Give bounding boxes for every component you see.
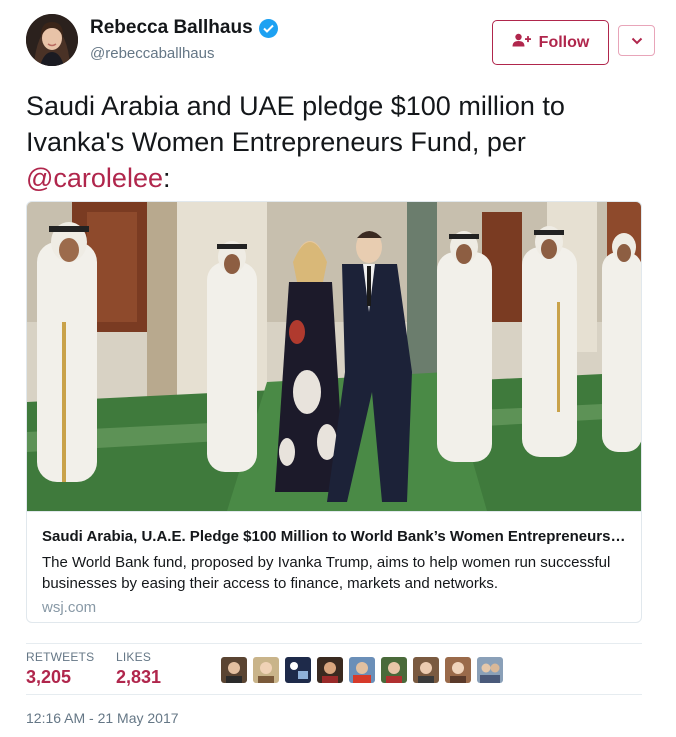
card-title[interactable]: Saudi Arabia, U.A.E. Pledge $100 Million… (42, 527, 627, 546)
tweet-header: Rebecca Ballhaus @rebeccaballhaus Follow (26, 14, 656, 74)
card-domain: wsj.com (42, 599, 97, 616)
liker-avatar[interactable] (381, 657, 407, 683)
author-avatar[interactable] (26, 14, 78, 66)
tweet-timestamp[interactable]: 12:16 AM - 21 May 2017 (26, 710, 179, 726)
author-name-text[interactable]: Rebecca Ballhaus (90, 17, 253, 39)
likes-label: LIKES (116, 650, 152, 664)
liker-avatar[interactable] (253, 657, 279, 683)
verified-badge-icon (258, 18, 278, 38)
follow-button-label: Follow (538, 33, 590, 51)
liker-avatar[interactable] (445, 657, 471, 683)
liker-avatar[interactable] (477, 657, 503, 683)
tweet-text-end: : (162, 163, 171, 193)
liker-avatar[interactable] (221, 657, 247, 683)
tweet-text-body: Saudi Arabia and UAE pledge $100 million… (26, 91, 565, 157)
author-name[interactable]: Rebecca Ballhaus (90, 17, 278, 39)
card-body[interactable]: Saudi Arabia, U.A.E. Pledge $100 Million… (27, 511, 641, 622)
liker-avatar[interactable] (349, 657, 375, 683)
liker-avatar[interactable] (413, 657, 439, 683)
chevron-down-icon (631, 33, 643, 48)
retweets-count[interactable]: 3,205 (26, 667, 94, 688)
card-image[interactable] (27, 202, 642, 511)
retweets-stat[interactable]: RETWEETS 3,205 (26, 650, 94, 688)
follow-button[interactable]: Follow (492, 20, 609, 65)
liker-avatar[interactable] (317, 657, 343, 683)
link-card[interactable]: Saudi Arabia, U.A.E. Pledge $100 Million… (26, 201, 642, 623)
liker-avatars (221, 657, 503, 683)
tweet-text: Saudi Arabia and UAE pledge $100 million… (26, 88, 646, 196)
likes-count[interactable]: 2,831 (116, 667, 161, 688)
author-handle[interactable]: @rebeccaballhaus (90, 45, 214, 62)
tweet-stats: RETWEETS 3,205 LIKES 2,831 (26, 643, 642, 695)
mention-link[interactable]: @carolelee (26, 163, 163, 193)
likes-stat[interactable]: LIKES 2,831 (116, 650, 161, 688)
liker-avatar[interactable] (285, 657, 311, 683)
card-description: The World Bank fund, proposed by Ivanka … (42, 554, 611, 592)
retweets-label: RETWEETS (26, 650, 95, 664)
add-user-icon (512, 33, 532, 52)
more-options-button[interactable] (618, 25, 655, 56)
